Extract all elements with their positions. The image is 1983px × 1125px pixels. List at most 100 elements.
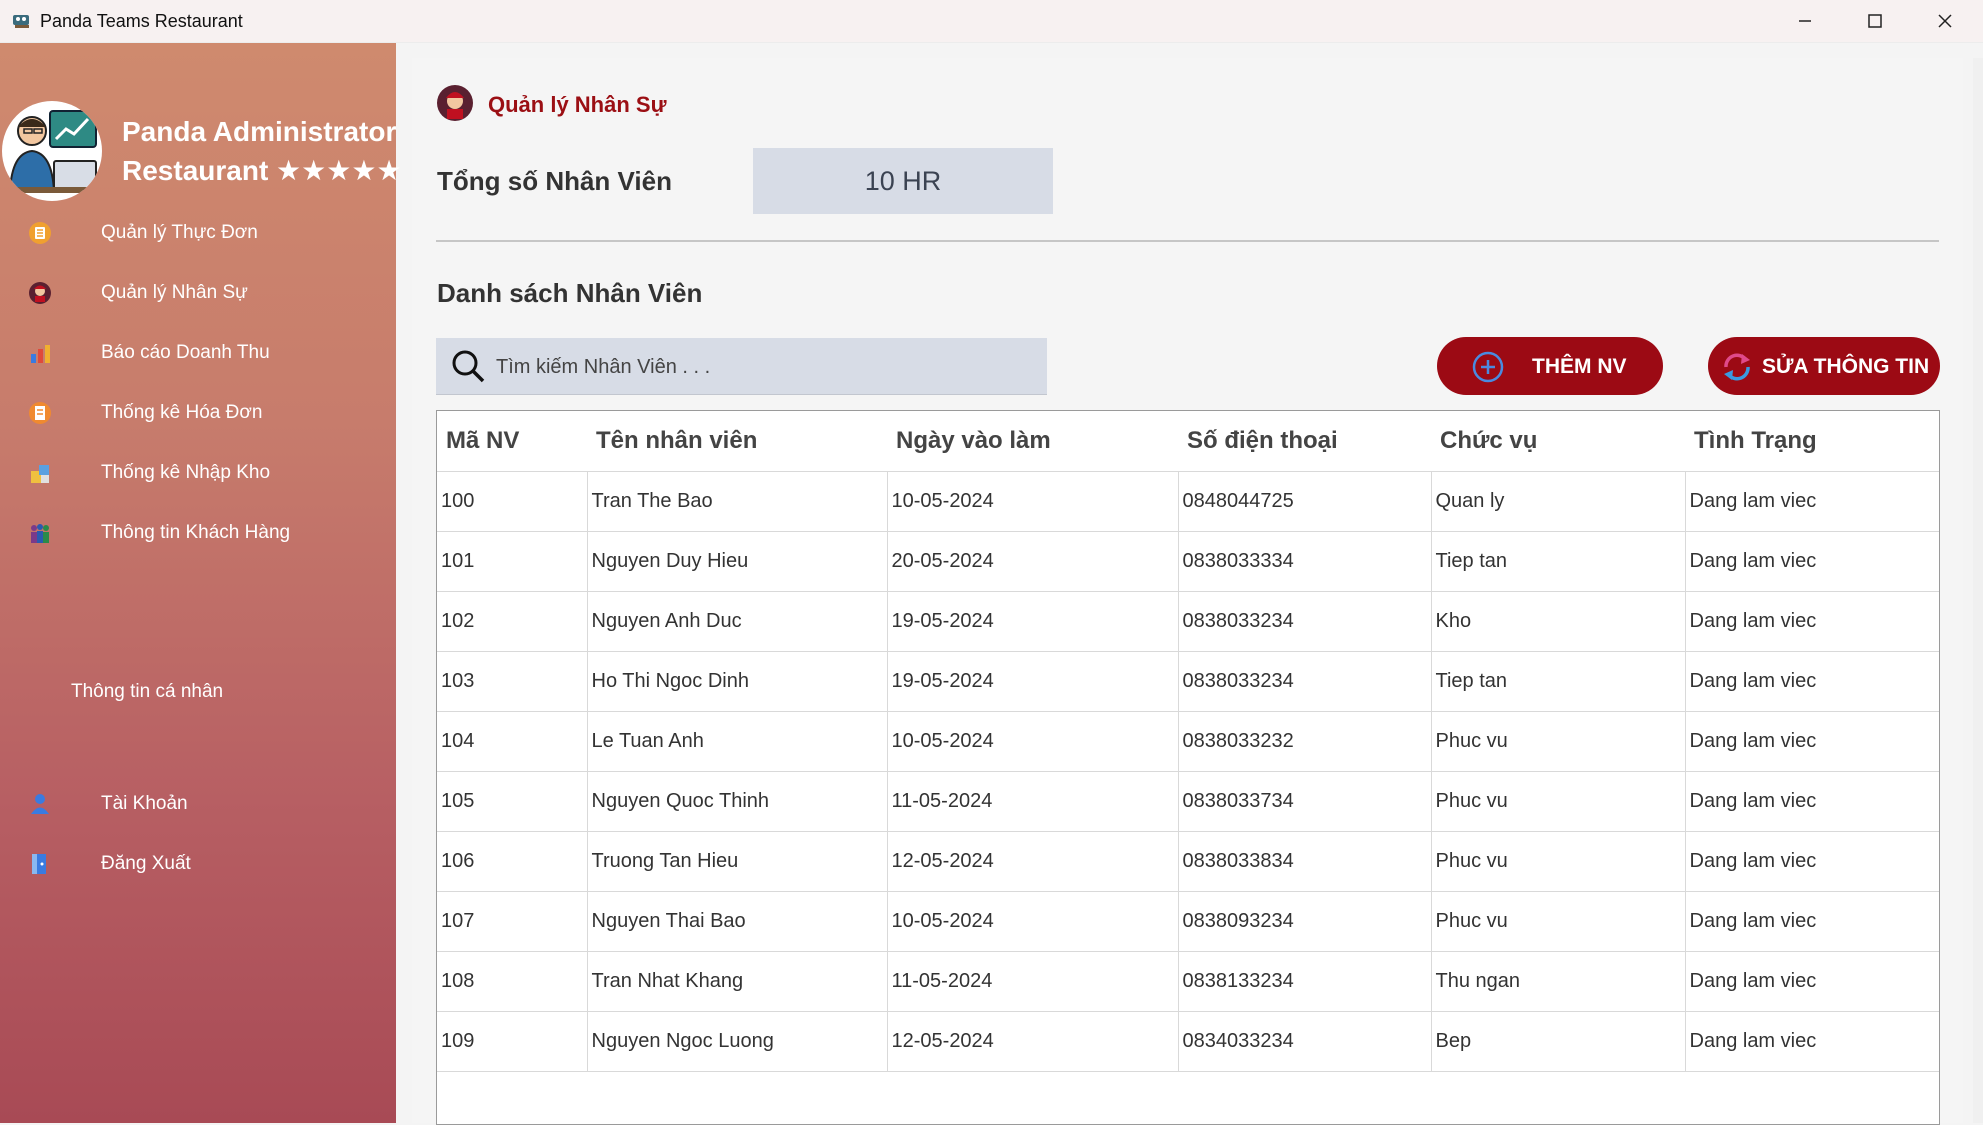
customers-icon <box>31 524 49 543</box>
sidebar-item-customers[interactable]: Thông tin Khách Hàng <box>0 507 396 557</box>
column-header[interactable]: Mã NV <box>437 411 587 472</box>
add-employee-button[interactable]: THÊM NV <box>1437 337 1663 395</box>
table-row[interactable]: 101 Nguyen Duy Hieu 20-05-2024 083803333… <box>437 531 1939 592</box>
table-cell: 10-05-2024 <box>886 471 1178 532</box>
table-cell: Nguyen Anh Duc <box>586 591 887 652</box>
employee-table-grid: Mã NV Tên nhân viên Ngày vào làm Số điện… <box>437 411 1939 1072</box>
table-cell: Nguyen Ngoc Luong <box>586 1011 887 1072</box>
column-header[interactable]: Chức vụ <box>1431 411 1685 472</box>
minimize-icon <box>1799 20 1811 22</box>
invoice-icon <box>29 402 51 424</box>
table-row[interactable]: 104 Le Tuan Anh 10-05-2024 0838033232 Ph… <box>437 711 1939 772</box>
staff-icon <box>29 282 51 304</box>
table-cell: 107 <box>437 891 587 952</box>
table-row[interactable]: 108 Tran Nhat Khang 11-05-2024 083813323… <box>437 951 1939 1012</box>
page-title: Quản lý Nhân Sự <box>488 92 667 117</box>
table-cell: Dang lam viec <box>1684 891 1939 952</box>
table-cell: 10-05-2024 <box>886 711 1178 772</box>
personal-info-heading: Thông tin cá nhân <box>71 681 224 702</box>
minimize-button[interactable] <box>1770 0 1840 42</box>
table-cell: 0838033334 <box>1177 531 1431 592</box>
close-icon <box>1938 14 1952 28</box>
total-staff-label: Tổng số Nhân Viên <box>437 166 672 196</box>
admin-avatar <box>2 101 102 201</box>
sidebar-item-label: Tài Khoản <box>101 793 188 814</box>
close-button[interactable] <box>1910 0 1980 42</box>
table-cell: Tran The Bao <box>586 471 887 532</box>
table-row[interactable]: 105 Nguyen Quoc Thinh 11-05-2024 0838033… <box>437 771 1939 832</box>
main-panel: Quản lý Nhân Sự Tổng số Nhân Viên 10 HR … <box>412 58 1963 1125</box>
table-header-row: Mã NV Tên nhân viên Ngày vào làm Số điện… <box>437 411 1939 472</box>
table-row[interactable]: 100 Tran The Bao 10-05-2024 0848044725 Q… <box>437 471 1939 532</box>
search-icon <box>452 350 485 383</box>
column-header[interactable]: Tên nhân viên <box>587 411 887 472</box>
table-cell: Le Tuan Anh <box>586 711 887 772</box>
add-employee-label: THÊM NV <box>1532 355 1627 378</box>
table-cell: 0838093234 <box>1177 891 1431 952</box>
table-cell: Bep <box>1430 1011 1685 1072</box>
table-cell: Phuc vu <box>1430 891 1685 952</box>
staff-icon <box>437 85 473 121</box>
table-cell: Dang lam viec <box>1684 531 1939 592</box>
table-cell: Dang lam viec <box>1684 711 1939 772</box>
sidebar-item-logout[interactable]: Đăng Xuất <box>0 838 396 888</box>
table-cell: 0838033734 <box>1177 771 1431 832</box>
table-cell: 0848044725 <box>1177 471 1431 532</box>
table-cell: 11-05-2024 <box>886 951 1178 1012</box>
table-cell: Quan ly <box>1430 471 1685 532</box>
menu-icon <box>29 222 51 244</box>
table-cell: 0834033234 <box>1177 1011 1431 1072</box>
admin-avatar-icon <box>6 110 98 193</box>
edit-info-label: SỬA THÔNG TIN <box>1762 355 1930 378</box>
table-row[interactable]: 102 Nguyen Anh Duc 19-05-2024 0838033234… <box>437 591 1939 652</box>
table-cell: Tiep tan <box>1430 531 1685 592</box>
maximize-button[interactable] <box>1840 0 1910 42</box>
table-cell: Tran Nhat Khang <box>586 951 887 1012</box>
table-cell: Dang lam viec <box>1684 591 1939 652</box>
sidebar-item-menu[interactable]: Quản lý Thực Đơn <box>0 207 396 257</box>
table-cell: Nguyen Quoc Thinh <box>586 771 887 832</box>
table-row[interactable]: 109 Nguyen Ngoc Luong 12-05-2024 0834033… <box>437 1011 1939 1072</box>
edit-info-button[interactable]: SỬA THÔNG TIN <box>1708 337 1940 395</box>
section-divider <box>436 240 1939 242</box>
table-cell: Nguyen Thai Bao <box>586 891 887 952</box>
column-header[interactable]: Số điện thoại <box>1178 411 1431 472</box>
table-cell: Nguyen Duy Hieu <box>586 531 887 592</box>
table-cell: Phuc vu <box>1430 711 1685 772</box>
search-box <box>436 338 1047 395</box>
search-input[interactable] <box>494 348 1038 386</box>
table-cell: Dang lam viec <box>1684 1011 1939 1072</box>
employee-table: Mã NV Tên nhân viên Ngày vào làm Số điện… <box>436 410 1940 1125</box>
table-cell: 12-05-2024 <box>886 1011 1178 1072</box>
table-cell: 11-05-2024 <box>886 771 1178 832</box>
table-cell: Phuc vu <box>1430 831 1685 892</box>
column-header[interactable]: Tình Trạng <box>1685 411 1939 472</box>
table-row[interactable]: 106 Truong Tan Hieu 12-05-2024 083803383… <box>437 831 1939 892</box>
table-cell: 0838033234 <box>1177 651 1431 712</box>
table-cell: 108 <box>437 951 587 1012</box>
table-cell: 19-05-2024 <box>886 591 1178 652</box>
table-row[interactable]: 103 Ho Thi Ngoc Dinh 19-05-2024 08380332… <box>437 651 1939 712</box>
table-cell: 0838033234 <box>1177 591 1431 652</box>
table-cell: 104 <box>437 711 587 772</box>
user-icon <box>31 794 49 814</box>
maximize-icon <box>1868 14 1882 28</box>
table-cell: Dang lam viec <box>1684 771 1939 832</box>
table-cell: 106 <box>437 831 587 892</box>
sidebar-item-label: Quản lý Nhân Sự <box>101 282 248 303</box>
sidebar-item-revenue[interactable]: Báo cáo Doanh Thu <box>0 327 396 377</box>
sidebar-item-label: Thống kê Nhập Kho <box>101 462 271 483</box>
table-cell: 102 <box>437 591 587 652</box>
sidebar-item-label: Báo cáo Doanh Thu <box>101 342 270 363</box>
table-row[interactable]: 107 Nguyen Thai Bao 10-05-2024 083809323… <box>437 891 1939 952</box>
table-cell: Dang lam viec <box>1684 951 1939 1012</box>
brand-subtitle: Restaurant ★★★★★ <box>122 155 402 186</box>
window-edge-scrollbar[interactable] <box>1973 58 1983 1123</box>
column-header[interactable]: Ngày vào làm <box>887 411 1178 472</box>
sidebar-item-invoice[interactable]: Thống kê Hóa Đơn <box>0 387 396 437</box>
table-cell: Dang lam viec <box>1684 651 1939 712</box>
table-cell: 20-05-2024 <box>886 531 1178 592</box>
sidebar-item-staff[interactable]: Quản lý Nhân Sự <box>0 267 396 317</box>
sidebar-item-warehouse[interactable]: Thống kê Nhập Kho <box>0 447 396 497</box>
sidebar-item-account[interactable]: Tài Khoản <box>0 778 396 828</box>
